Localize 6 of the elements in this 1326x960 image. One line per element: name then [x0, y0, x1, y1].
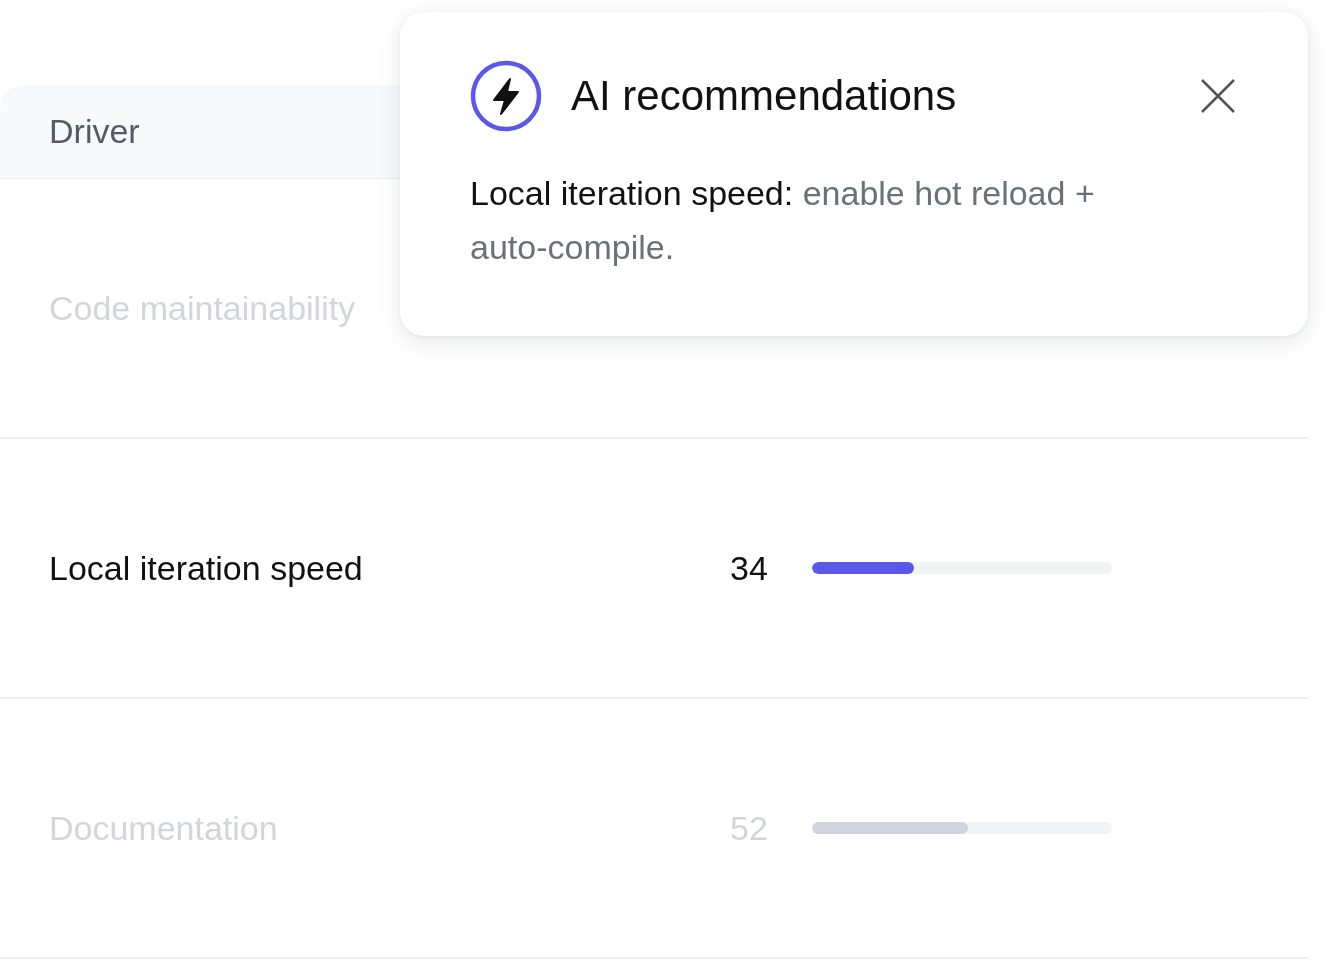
recommendation-text: Local iteration speed: enable hot reload + auto-compile.	[470, 173, 1096, 268]
score: 34	[730, 548, 769, 588]
column-header: Driver	[49, 112, 140, 151]
popup-title: AI recommendations	[571, 72, 958, 120]
driver-name: Local iteration speed	[49, 548, 364, 588]
lightning-icon	[470, 60, 542, 132]
